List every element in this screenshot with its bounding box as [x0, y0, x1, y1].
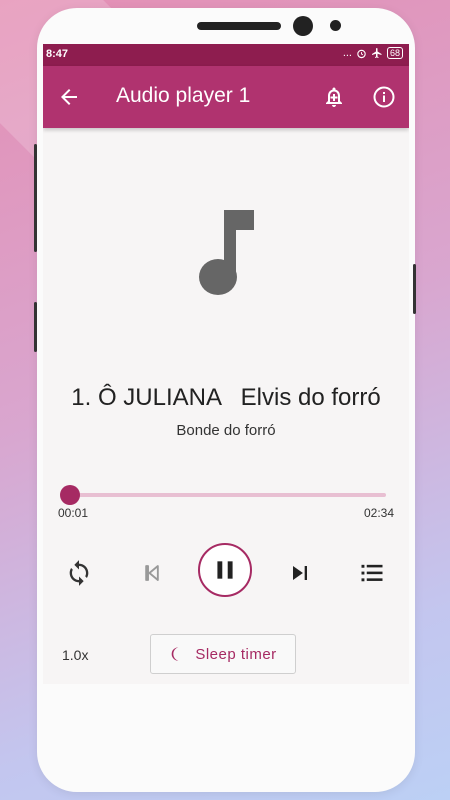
seek-bar[interactable]: [68, 493, 386, 497]
pause-icon: [217, 561, 233, 579]
sleep-timer-label: Sleep timer: [195, 645, 277, 663]
phone-sensor: [330, 20, 341, 31]
previous-button[interactable]: [138, 559, 166, 587]
next-button[interactable]: [286, 559, 314, 587]
phone-camera: [293, 16, 313, 36]
battery-indicator: 68: [386, 47, 403, 59]
sleep-timer-button[interactable]: Sleep timer: [150, 634, 296, 674]
page-title: Audio player 1: [116, 84, 251, 107]
pause-button[interactable]: [198, 543, 252, 597]
moon-icon: [171, 647, 179, 661]
total-time: 02:34: [363, 506, 394, 520]
phone-speaker: [197, 22, 281, 30]
notification-dots: ...: [342, 47, 352, 59]
phone-side-button: [34, 144, 37, 252]
song-title: 1. Ô JULIANA Elvis do forró: [71, 384, 381, 411]
album-name: Bonde do forró: [176, 422, 276, 439]
info-icon[interactable]: [372, 85, 396, 109]
status-time: 8:47: [46, 48, 69, 60]
status-icons: ... 68: [343, 47, 403, 59]
seek-thumb[interactable]: [59, 485, 80, 505]
music-note-icon: [199, 210, 254, 295]
repeat-icon: [69, 560, 89, 586]
repeat-button[interactable]: [65, 559, 93, 587]
arrow-back-icon[interactable]: [57, 85, 81, 109]
add-alert-icon[interactable]: [322, 85, 346, 109]
queue-list-icon: [361, 564, 383, 582]
skip-next-icon: [293, 566, 307, 580]
app-bar: Audio player 1: [43, 66, 409, 128]
phone-side-button: [34, 302, 37, 352]
alarm-icon: [357, 49, 366, 58]
current-time: 00:01: [58, 506, 89, 520]
airplane-icon: [371, 48, 382, 58]
skip-previous-icon: [145, 565, 159, 581]
app-screen: 8:47 ... 68 Audio player 1 1. Ô JULIANA …: [43, 44, 409, 684]
phone-side-button: [413, 264, 416, 314]
playback-speed[interactable]: 1.0x: [62, 647, 88, 663]
phone-frame: 8:47 ... 68 Audio player 1 1. Ô JULIANA …: [34, 8, 416, 792]
status-bar: 8:47 ... 68: [43, 44, 409, 66]
queue-button[interactable]: [358, 559, 386, 587]
